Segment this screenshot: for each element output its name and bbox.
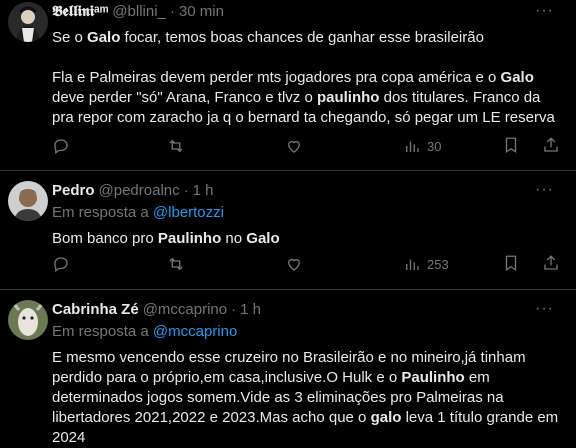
reply-button[interactable] bbox=[52, 255, 70, 273]
display-name[interactable]: Pedro bbox=[52, 181, 95, 201]
share-button[interactable] bbox=[542, 254, 560, 275]
bookmark-button[interactable] bbox=[502, 136, 520, 157]
reply-mention-link[interactable]: @mccaprino bbox=[153, 323, 237, 340]
highlighted-keyword: Paulinho bbox=[401, 369, 465, 386]
tweet-header: 𝕭𝖊𝖑𝖑𝖎𝖓𝖎ᵃᵐ @bllini_ · 30 min bbox=[52, 2, 566, 22]
highlighted-keyword: Paulinho bbox=[157, 230, 222, 247]
avatar[interactable] bbox=[8, 300, 48, 340]
views-button[interactable]: 30 bbox=[403, 137, 441, 155]
separator-dot: · bbox=[183, 182, 189, 199]
tweet-text: Se o Galo focar, temos boas chances de g… bbox=[52, 29, 555, 126]
highlighted-keyword: Galo bbox=[87, 29, 121, 46]
views-icon bbox=[406, 259, 419, 270]
display-name[interactable]: 𝕭𝖊𝖑𝖑𝖎𝖓𝖎ᵃᵐ bbox=[52, 2, 108, 22]
highlighted-keyword: galo bbox=[370, 409, 402, 426]
more-options-icon[interactable]: ··· bbox=[535, 181, 554, 199]
share-icon bbox=[544, 136, 558, 152]
tweet-header: Cabrinha Zé @mccaprino · 1 h bbox=[52, 300, 566, 320]
repost-icon bbox=[169, 139, 183, 153]
tweet-text: E mesmo vencendo esse cruzeiro no Brasil… bbox=[52, 349, 559, 446]
reply-icon bbox=[54, 139, 68, 155]
tweet-header: Pedro @pedroalnc · 1 h bbox=[52, 181, 566, 201]
views-count: 253 bbox=[427, 256, 449, 272]
reply-prefix: Em resposta a bbox=[52, 204, 153, 221]
tweet-actions: 30 bbox=[52, 136, 564, 156]
highlighted-keyword: Galo bbox=[500, 69, 534, 86]
reply-context: Em resposta a @mccaprino bbox=[52, 322, 566, 342]
views-count: 30 bbox=[427, 138, 442, 154]
bookmark-icon bbox=[505, 255, 517, 271]
reply-button[interactable] bbox=[52, 137, 70, 155]
user-handle[interactable]: @mccaprino bbox=[143, 300, 227, 320]
user-handle[interactable]: @bllini_ bbox=[112, 2, 166, 22]
bookmark-button[interactable] bbox=[502, 254, 520, 275]
avatar[interactable] bbox=[8, 2, 48, 42]
share-icon bbox=[544, 254, 558, 270]
display-name[interactable]: Cabrinha Zé bbox=[52, 300, 139, 320]
tweet[interactable]: 𝕭𝖊𝖑𝖑𝖎𝖓𝖎ᵃᵐ @bllini_ · 30 min ··· Se o Gal… bbox=[0, 0, 576, 171]
bookmark-icon bbox=[505, 137, 517, 153]
share-button[interactable] bbox=[542, 136, 560, 157]
timestamp[interactable]: 1 h bbox=[193, 181, 214, 201]
reply-icon bbox=[54, 257, 68, 273]
separator-dot: · bbox=[169, 3, 175, 20]
highlighted-keyword: Galo bbox=[246, 230, 280, 247]
tweet-actions: 253 bbox=[52, 254, 564, 274]
more-options-icon[interactable]: ··· bbox=[535, 2, 554, 20]
like-button[interactable] bbox=[285, 137, 303, 155]
reply-mention-link[interactable]: @lbertozzi bbox=[153, 204, 224, 221]
avatar[interactable] bbox=[8, 181, 48, 221]
user-handle[interactable]: @pedroalnc bbox=[99, 181, 180, 201]
views-icon bbox=[406, 141, 419, 152]
timestamp[interactable]: 1 h bbox=[240, 300, 261, 320]
repost-button[interactable] bbox=[167, 137, 185, 155]
like-button[interactable] bbox=[285, 255, 303, 273]
repost-icon bbox=[169, 257, 183, 271]
tweet-text: Bom banco pro Paulinho no Galo bbox=[52, 230, 280, 247]
tweet[interactable]: Pedro @pedroalnc · 1 h ··· Em resposta a… bbox=[0, 171, 576, 290]
views-button[interactable]: 253 bbox=[403, 255, 449, 273]
repost-button[interactable] bbox=[167, 255, 185, 273]
heart-icon bbox=[288, 140, 300, 153]
separator-dot: · bbox=[231, 301, 237, 318]
heart-icon bbox=[288, 258, 300, 271]
reply-prefix: Em resposta a bbox=[52, 323, 153, 340]
tweet[interactable]: Cabrinha Zé @mccaprino · 1 h ··· Em resp… bbox=[0, 290, 576, 446]
highlighted-keyword: paulinho bbox=[316, 89, 380, 106]
timestamp[interactable]: 30 min bbox=[179, 2, 224, 22]
reply-context: Em resposta a @lbertozzi bbox=[52, 203, 566, 223]
more-options-icon[interactable]: ··· bbox=[535, 300, 554, 318]
